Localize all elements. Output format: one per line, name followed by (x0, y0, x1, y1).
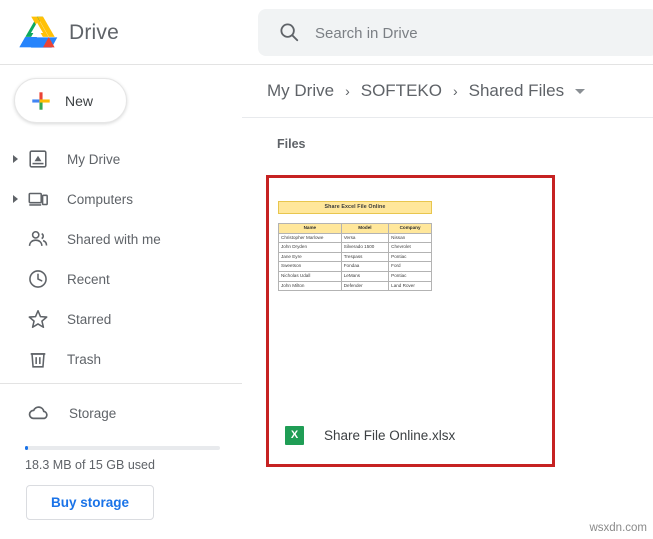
watermark: wsxdn.com (589, 522, 647, 534)
sidebar-item-recent[interactable]: Recent (0, 259, 242, 299)
computers-icon (18, 188, 49, 210)
breadcrumb-separator: › (345, 83, 350, 99)
files-section-heading: Files (277, 137, 306, 151)
main-content: My Drive › SOFTEKO › Shared Files Files … (242, 65, 653, 539)
annotation-highlight-box (266, 175, 555, 467)
clock-icon (18, 268, 49, 290)
sidebar-divider (0, 383, 242, 384)
sidebar-item-my-drive[interactable]: My Drive (0, 139, 242, 179)
new-button[interactable]: New (14, 78, 127, 123)
brand[interactable]: Drive (16, 13, 119, 53)
sidebar-item-label: Shared with me (67, 232, 161, 247)
storage-progress-bar (25, 446, 220, 450)
star-icon (18, 308, 49, 330)
storage-progress-fill (25, 446, 28, 450)
breadcrumb-separator: › (453, 83, 458, 99)
breadcrumb: My Drive › SOFTEKO › Shared Files (242, 65, 653, 118)
chevron-down-icon[interactable] (575, 89, 585, 94)
sidebar-item-trash[interactable]: Trash (0, 339, 242, 379)
plus-icon (15, 90, 52, 112)
sidebar-nav-list: My Drive Computers (0, 139, 242, 379)
brand-name: Drive (69, 21, 119, 45)
sidebar-item-computers[interactable]: Computers (0, 179, 242, 219)
breadcrumb-item-my-drive[interactable]: My Drive (267, 81, 334, 101)
new-button-label: New (65, 93, 93, 109)
my-drive-icon (18, 148, 49, 170)
sidebar-item-label: Recent (67, 272, 110, 287)
sidebar-item-storage[interactable]: Storage (0, 395, 116, 431)
sidebar-item-shared-with-me[interactable]: Shared with me (0, 219, 242, 259)
breadcrumb-item-shared-files[interactable]: Shared Files (469, 81, 564, 101)
storage-usage-text: 18.3 MB of 15 GB used (25, 458, 155, 472)
sidebar-item-starred[interactable]: Starred (0, 299, 242, 339)
sidebar-item-label: Trash (67, 352, 101, 367)
trash-icon (18, 348, 49, 370)
buy-storage-button[interactable]: Buy storage (26, 485, 154, 520)
sidebar: New My Drive Compute (0, 65, 242, 539)
shared-with-me-icon (18, 228, 49, 250)
sidebar-item-label: My Drive (67, 152, 120, 167)
search-bar[interactable] (258, 9, 653, 56)
sidebar-item-label: Starred (67, 312, 111, 327)
storage-label: Storage (69, 406, 116, 421)
breadcrumb-item-softeko[interactable]: SOFTEKO (361, 81, 442, 101)
sidebar-item-label: Computers (67, 192, 133, 207)
google-drive-logo-icon (16, 14, 58, 52)
cloud-icon (0, 401, 51, 425)
search-input[interactable] (313, 9, 647, 58)
top-bar: Drive (0, 0, 653, 65)
